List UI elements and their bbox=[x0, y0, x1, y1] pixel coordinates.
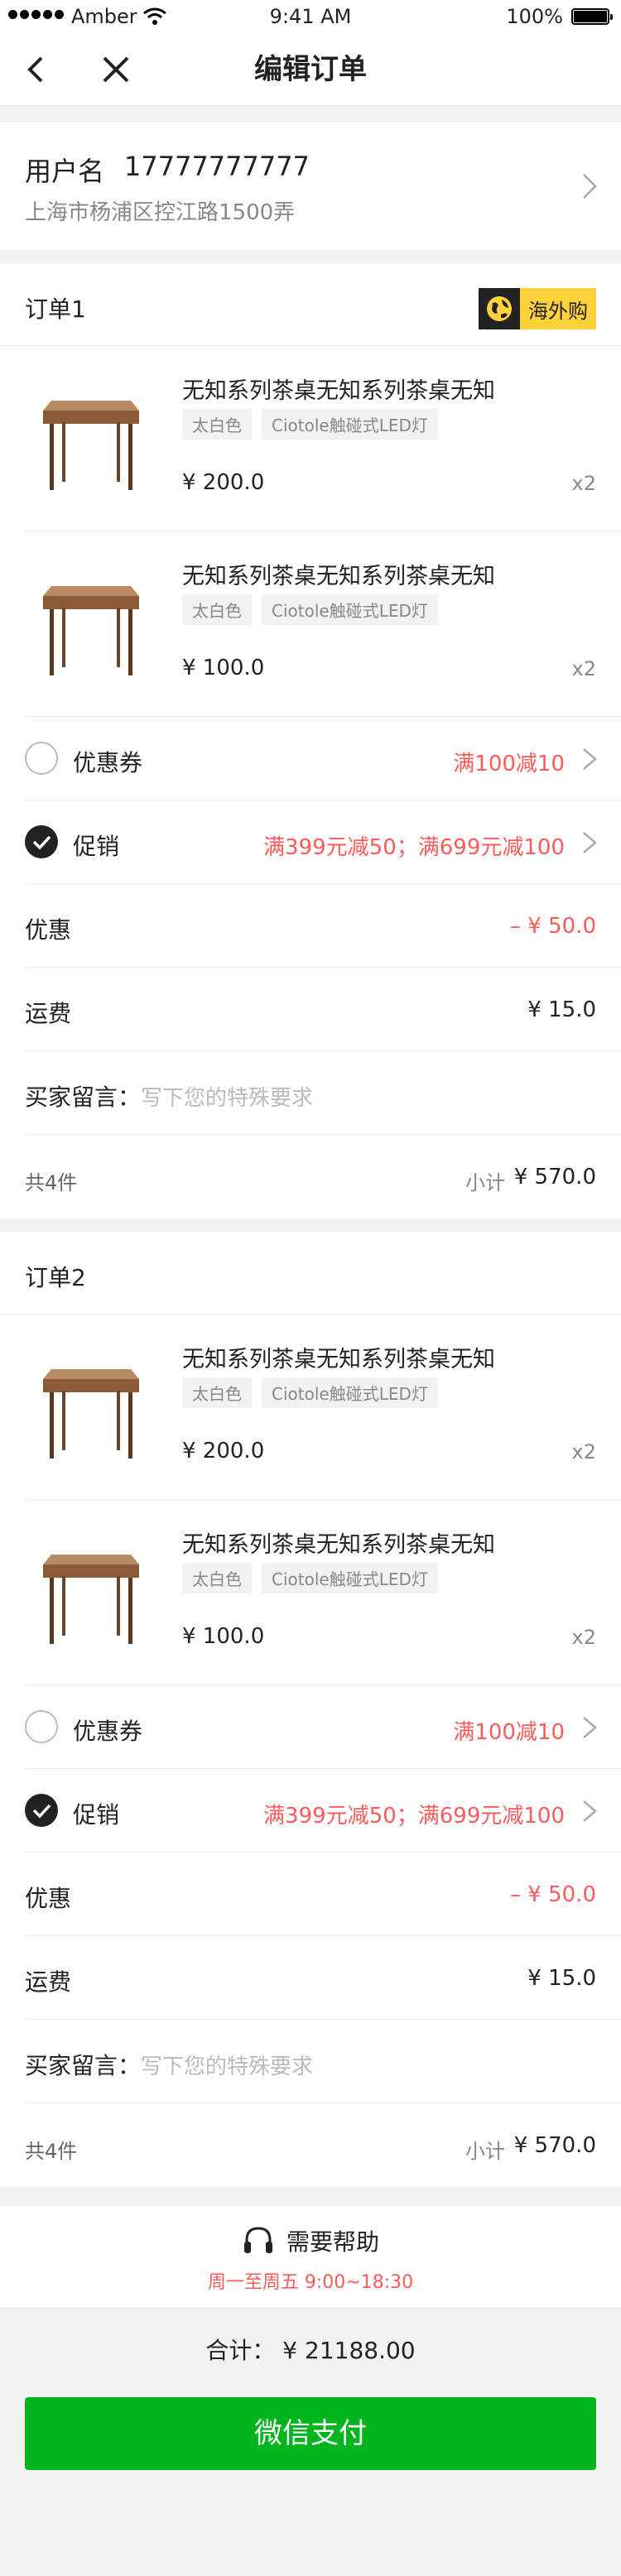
nav-bar: 编辑订单 bbox=[0, 33, 621, 106]
product-item[interactable]: 无知系列茶桌无知系列茶桌无知 太白色 Ciotole触碰式LED灯 ¥ 200.0… bbox=[25, 346, 621, 531]
check-icon[interactable] bbox=[25, 825, 58, 858]
overseas-badge: 海外购 bbox=[479, 288, 596, 329]
coupon-label: 优惠券 bbox=[73, 749, 143, 776]
product-qty: x2 bbox=[571, 657, 596, 680]
shipping-row: 运费 ¥ 15.0 bbox=[25, 968, 621, 1051]
message-input[interactable]: 写下您的特殊要求 bbox=[141, 1081, 313, 1112]
product-qty: x2 bbox=[571, 1626, 596, 1649]
recipient-name: 用户名 bbox=[25, 156, 105, 187]
order-title: 订单2 bbox=[25, 1264, 86, 1291]
product-qty: x2 bbox=[571, 1440, 596, 1463]
battery-icon bbox=[571, 8, 613, 25]
promo-row[interactable]: 促销 满399元减50；满699元减100 bbox=[25, 800, 621, 884]
status-bar: Amber 9:41 AM 100% bbox=[0, 0, 621, 33]
help-section[interactable]: 需要帮助 周一至周五 9:00~18:30 bbox=[0, 2206, 621, 2307]
summary-row: 共4件 小计 ¥ 570.0 bbox=[25, 2103, 621, 2187]
product-item[interactable]: 无知系列茶桌无知系列茶桌无知 太白色 Ciotole触碰式LED灯 ¥ 100.0… bbox=[25, 531, 621, 717]
discount-label: 优惠 bbox=[25, 1885, 72, 1912]
radio-icon[interactable] bbox=[25, 1710, 58, 1743]
shipping-label: 运费 bbox=[25, 1000, 72, 1027]
subtotal-value: ¥ 570.0 bbox=[513, 1165, 596, 1189]
recipient-address: 上海市杨浦区控江路1500弄 bbox=[25, 200, 296, 225]
address-card[interactable]: 用户名 17777777777 上海市杨浦区控江路1500弄 bbox=[0, 123, 621, 250]
check-icon[interactable] bbox=[25, 1794, 58, 1827]
product-tag: Ciotole触碰式LED灯 bbox=[262, 594, 438, 625]
product-tag: 太白色 bbox=[182, 594, 252, 625]
coupon-value: 满100减10 bbox=[453, 752, 565, 776]
subtotal-label: 小计 bbox=[465, 2140, 505, 2163]
wechat-pay-button[interactable]: 微信支付 bbox=[25, 2397, 596, 2470]
product-price: ¥ 100.0 bbox=[182, 1624, 265, 1649]
product-name: 无知系列茶桌无知系列茶桌无知 bbox=[182, 1347, 495, 1372]
recipient-phone: 17777777777 bbox=[124, 151, 310, 182]
discount-label: 优惠 bbox=[25, 916, 72, 944]
subtotal-value: ¥ 570.0 bbox=[513, 2133, 596, 2158]
chevron-right-icon bbox=[581, 1799, 598, 1827]
product-tag: Ciotole触碰式LED灯 bbox=[262, 1563, 438, 1593]
order-card: 订单2 无知系列茶桌无知系列茶桌无知 太白色 Ciotole触碰式LED灯 ¥ 2… bbox=[0, 1232, 621, 2187]
product-item[interactable]: 无知系列茶桌无知系列茶桌无知 太白色 Ciotole触碰式LED灯 ¥ 200.0… bbox=[25, 1314, 621, 1500]
chevron-right-icon bbox=[581, 747, 598, 775]
promo-label: 促销 bbox=[73, 833, 120, 860]
item-count: 共4件 bbox=[25, 2140, 78, 2163]
order-total: 合计： ¥ 21188.00 bbox=[205, 2337, 416, 2364]
product-price: ¥ 100.0 bbox=[182, 656, 265, 680]
coupon-row[interactable]: 优惠券 满100减10 bbox=[25, 717, 621, 800]
discount-row: 优惠 – ¥ 50.0 bbox=[25, 884, 621, 968]
product-tag: Ciotole触碰式LED灯 bbox=[262, 409, 438, 440]
product-tag: 太白色 bbox=[182, 409, 252, 440]
product-image bbox=[25, 1339, 157, 1472]
promo-value: 满399元减50；满699元减100 bbox=[263, 835, 565, 860]
battery-percent: 100% bbox=[506, 5, 563, 28]
chevron-right-icon bbox=[583, 174, 597, 199]
badge-label: 海外购 bbox=[528, 299, 588, 323]
coupon-value: 满100减10 bbox=[453, 1720, 565, 1745]
discount-value: – ¥ 50.0 bbox=[510, 914, 596, 939]
item-count: 共4件 bbox=[25, 1171, 78, 1194]
coupon-row[interactable]: 优惠券 满100减10 bbox=[25, 1685, 621, 1769]
product-qty: x2 bbox=[571, 472, 596, 495]
help-hours: 周一至周五 9:00~18:30 bbox=[207, 2272, 414, 2293]
subtotal-label: 小计 bbox=[465, 1171, 505, 1194]
page-title: 编辑订单 bbox=[254, 53, 367, 86]
chevron-right-icon bbox=[581, 830, 598, 858]
chevron-right-icon bbox=[581, 1715, 598, 1743]
radio-icon[interactable] bbox=[25, 742, 58, 775]
discount-row: 优惠 – ¥ 50.0 bbox=[25, 1853, 621, 1936]
product-price: ¥ 200.0 bbox=[182, 1439, 265, 1463]
product-name: 无知系列茶桌无知系列茶桌无知 bbox=[182, 378, 495, 404]
shipping-value: ¥ 15.0 bbox=[527, 1966, 596, 1991]
product-price: ¥ 200.0 bbox=[182, 470, 265, 495]
globe-icon bbox=[479, 288, 520, 329]
message-row[interactable]: 买家留言： 写下您的特殊要求 bbox=[25, 2020, 621, 2103]
shipping-label: 运费 bbox=[25, 1968, 72, 1996]
product-name: 无知系列茶桌无知系列茶桌无知 bbox=[182, 564, 495, 589]
product-item[interactable]: 无知系列茶桌无知系列茶桌无知 太白色 Ciotole触碰式LED灯 ¥ 100.0… bbox=[25, 1500, 621, 1685]
product-image bbox=[25, 1525, 157, 1657]
shipping-value: ¥ 15.0 bbox=[527, 997, 596, 1022]
message-row[interactable]: 买家留言： 写下您的特殊要求 bbox=[25, 1051, 621, 1135]
message-input[interactable]: 写下您的特殊要求 bbox=[141, 2050, 313, 2080]
message-label: 买家留言： bbox=[25, 2052, 142, 2079]
message-label: 买家留言： bbox=[25, 1084, 142, 1111]
product-name: 无知系列茶桌无知系列茶桌无知 bbox=[182, 1532, 495, 1558]
headset-icon bbox=[243, 2227, 272, 2253]
discount-value: – ¥ 50.0 bbox=[510, 1882, 596, 1907]
product-tag: 太白色 bbox=[182, 1563, 252, 1593]
product-image bbox=[25, 371, 157, 503]
help-label: 需要帮助 bbox=[286, 2228, 379, 2256]
product-tag: Ciotole触碰式LED灯 bbox=[262, 1377, 438, 1408]
promo-label: 促销 bbox=[73, 1801, 120, 1829]
coupon-label: 优惠券 bbox=[73, 1718, 143, 1745]
summary-row: 共4件 小计 ¥ 570.0 bbox=[25, 1135, 621, 1218]
shipping-row: 运费 ¥ 15.0 bbox=[25, 1936, 621, 2020]
order-card: 订单1 海外购 无知系列茶桌无知系列茶桌无知 太白色 Ciotole触碰式LED灯… bbox=[0, 263, 621, 1218]
product-tag: 太白色 bbox=[182, 1377, 252, 1408]
promo-value: 满399元减50；满699元减100 bbox=[263, 1804, 565, 1829]
promo-row[interactable]: 促销 满399元减50；满699元减100 bbox=[25, 1769, 621, 1853]
product-image bbox=[25, 556, 157, 689]
order-title: 订单1 bbox=[25, 296, 86, 323]
